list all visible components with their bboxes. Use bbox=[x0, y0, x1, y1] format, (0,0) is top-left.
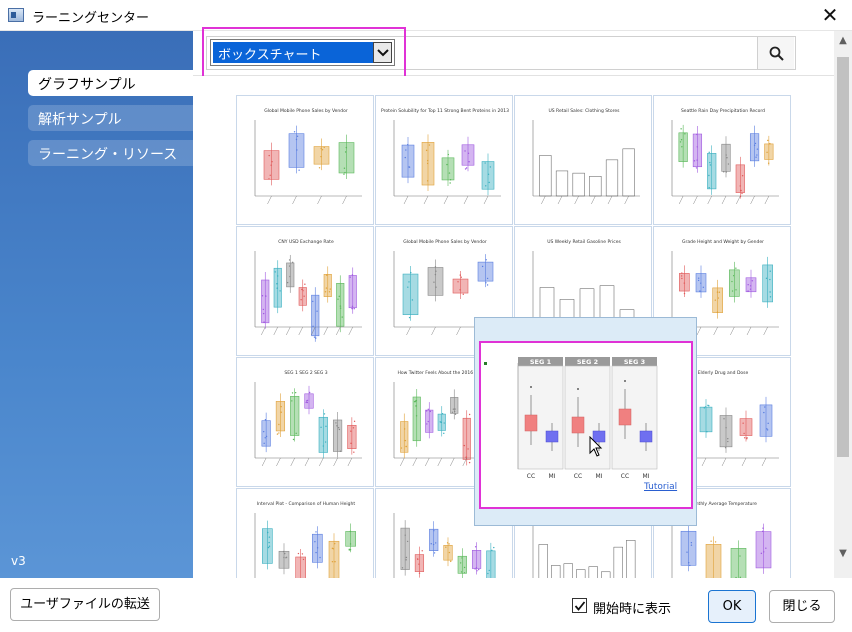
sample-thumbnail[interactable]: Global Mobile Phone Sales by Vendor bbox=[236, 95, 374, 225]
search-icon bbox=[769, 46, 784, 61]
show-on-start-label: 開始時に表示 bbox=[593, 602, 672, 617]
checkmark-icon bbox=[574, 601, 586, 611]
sidebar-item-analysis-samples[interactable]: 解析サンプル bbox=[28, 105, 193, 131]
svg-text:Protein Solubility for Top 11: Protein Solubility for Top 11 Strong Ben… bbox=[381, 108, 509, 114]
sample-thumbnail[interactable]: SEG 1 SEG 2 SEG 3 bbox=[236, 357, 374, 487]
sample-thumbnail[interactable]: CNY USD Exchange Rate bbox=[236, 226, 374, 356]
search-button[interactable] bbox=[757, 37, 794, 69]
title-bar: ラーニングセンター ✕ bbox=[0, 0, 852, 31]
cursor-icon bbox=[589, 436, 603, 457]
svg-text:Monthly Average Temperature: Monthly Average Temperature bbox=[689, 501, 757, 507]
version-label: v3 bbox=[11, 554, 26, 568]
sample-thumbnail[interactable]: Interval Plot - Comparison of Human Heig… bbox=[236, 488, 374, 578]
sidebar: グラフサンプル 解析サンプル ラーニング・リソース v3 bbox=[0, 31, 193, 578]
category-dropdown[interactable]: ボックスチャート bbox=[210, 39, 395, 66]
close-icon[interactable]: ✕ bbox=[808, 0, 852, 31]
category-selected: ボックスチャート bbox=[213, 42, 373, 63]
svg-text:SEG 2: SEG 2 bbox=[577, 358, 598, 366]
svg-text:CNY USD Exchange Rate: CNY USD Exchange Rate bbox=[278, 239, 334, 245]
window-title: ラーニングセンター bbox=[32, 11, 150, 26]
svg-text:US Weekly Retail Gasoline Pric: US Weekly Retail Gasoline Prices bbox=[547, 239, 621, 245]
tutorial-link[interactable]: Tutorial bbox=[644, 482, 677, 492]
vertical-scrollbar[interactable]: ▲ ▼ bbox=[834, 31, 852, 578]
show-on-start-checkbox[interactable] bbox=[572, 598, 587, 613]
sample-thumbnail[interactable]: US Retail Sales: Clothing Stores bbox=[514, 95, 652, 225]
svg-text:CC: CC bbox=[574, 473, 582, 480]
svg-text:MI: MI bbox=[549, 473, 556, 480]
svg-text:SEG 1 SEG 2 SEG 3: SEG 1 SEG 2 SEG 3 bbox=[284, 370, 327, 376]
transfer-user-files-button[interactable]: ユーザファイルの転送 bbox=[10, 588, 160, 621]
chevron-down-icon[interactable] bbox=[373, 42, 392, 63]
preview-image[interactable]: SEG 1 CC MI SEG 2 CC MI SEG 3 CC MI Tutorial bbox=[479, 341, 693, 509]
sample-thumbnail[interactable]: Protein Solubility for Top 11 Strong Ben… bbox=[375, 95, 513, 225]
svg-text:Interval Plot - Comparison of: Interval Plot - Comparison of Human Heig… bbox=[257, 501, 356, 507]
svg-text:SEG 1: SEG 1 bbox=[530, 358, 552, 366]
sample-thumbnail[interactable]: Seattle Rain Day Precipitation Record bbox=[653, 95, 791, 225]
svg-text:CC: CC bbox=[621, 473, 629, 480]
scroll-down-icon[interactable]: ▼ bbox=[834, 548, 852, 565]
app-icon bbox=[8, 8, 24, 22]
svg-text:CC: CC bbox=[527, 473, 535, 480]
close-button[interactable]: 閉じる bbox=[769, 590, 835, 623]
sidebar-item-learning-resources[interactable]: ラーニング・リソース bbox=[28, 140, 193, 166]
sidebar-item-graph-samples[interactable]: グラフサンプル bbox=[28, 70, 193, 96]
svg-text:US Retail Sales: Clothing Stor: US Retail Sales: Clothing Stores bbox=[548, 108, 620, 114]
svg-text:MI: MI bbox=[596, 473, 603, 480]
svg-text:Global Mobile Phone Sales by V: Global Mobile Phone Sales by Vendor bbox=[403, 239, 487, 245]
scroll-up-icon[interactable]: ▲ bbox=[834, 35, 852, 52]
svg-text:Seattle Rain Day Precipitation: Seattle Rain Day Precipitation Record bbox=[681, 108, 765, 114]
svg-text:SEG 3: SEG 3 bbox=[624, 358, 645, 366]
svg-text:MI: MI bbox=[643, 473, 650, 480]
svg-text:Elderly Drug and Dose: Elderly Drug and Dose bbox=[698, 370, 749, 376]
scroll-thumb[interactable] bbox=[837, 57, 849, 457]
svg-text:Global Mobile Phone Sales by V: Global Mobile Phone Sales by Vendor bbox=[264, 108, 348, 114]
ok-button[interactable]: OK bbox=[708, 590, 756, 623]
svg-text:Grade Height and Weight by Gen: Grade Height and Weight by Gender bbox=[682, 239, 764, 245]
